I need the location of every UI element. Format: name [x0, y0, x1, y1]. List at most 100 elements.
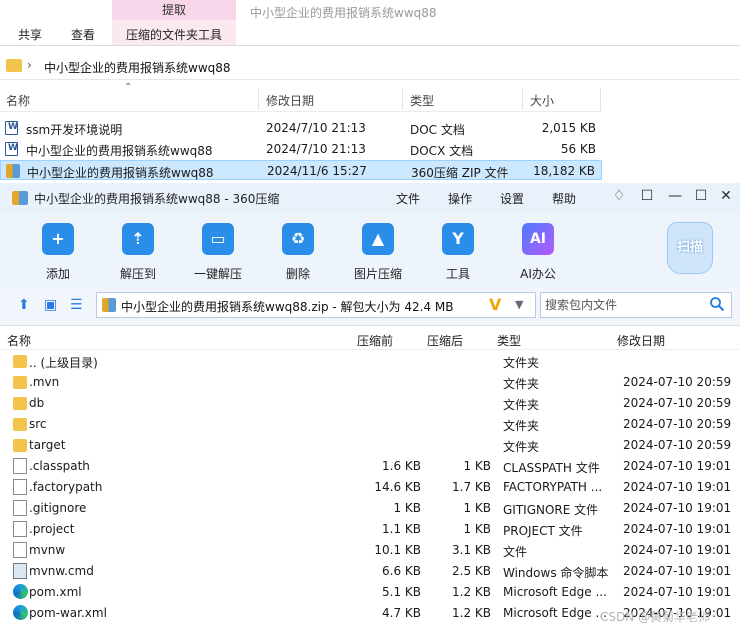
one-click-extract-button[interactable]: ▭ 一键解压: [188, 223, 248, 282]
table-row[interactable]: .gitignore 1 KB 1 KB GITIGNORE 文件 2024-07-10…: [0, 498, 740, 519]
col-name[interactable]: 名称: [6, 92, 30, 109]
scan-button[interactable]: 扫描: [667, 222, 713, 274]
folder-icon: [13, 418, 27, 431]
chevron-right-icon[interactable]: ›: [27, 58, 32, 72]
zip-column-header: 名称 压缩前 压缩后 类型 修改日期: [0, 328, 740, 350]
tab-view[interactable]: 查看: [71, 26, 95, 43]
tools-icon: Y: [442, 223, 474, 255]
maximize-icon[interactable]: ☐: [692, 188, 710, 204]
folder-icon: [6, 59, 22, 72]
col-type[interactable]: 类型: [410, 92, 434, 109]
file-name: src: [29, 417, 47, 431]
size-after: 2.5 KB: [452, 564, 491, 578]
table-row[interactable]: src 文件夹 2024-07-10 20:59: [0, 414, 740, 435]
zip-path-text: 中小型企业的费用报销系统wwq88.zip - 解包大小为 42.4 MB: [121, 300, 454, 314]
explorer-row[interactable]: 中小型企业的费用报销系统wwq88 2024/7/10 21:13 DOCX 文…: [0, 139, 602, 159]
size-before: 4.7 KB: [382, 606, 421, 620]
size-after: 1 KB: [463, 501, 491, 515]
col-divider[interactable]: [522, 88, 523, 110]
feedback-icon[interactable]: ☐: [638, 188, 656, 204]
up-arrow-icon[interactable]: ⬆: [18, 297, 30, 313]
file-type: GITIGNORE 文件: [503, 503, 599, 517]
col-before[interactable]: 压缩前: [357, 332, 393, 349]
size-before: 14.6 KB: [374, 480, 421, 494]
menu-file[interactable]: 文件: [396, 190, 420, 207]
col-date[interactable]: 修改日期: [266, 92, 314, 109]
address-bar[interactable]: › 中小型企业的费用报销系统wwq88: [0, 52, 740, 80]
col-name[interactable]: 名称: [7, 332, 31, 349]
menu-settings[interactable]: 设置: [500, 190, 524, 207]
delete-button[interactable]: ♻ 删除: [268, 223, 328, 282]
file-name: pom.xml: [29, 585, 82, 599]
list-icon[interactable]: ☰: [70, 297, 83, 313]
tab-compressed-tools[interactable]: 压缩的文件夹工具: [126, 26, 222, 43]
view-toggle-icon[interactable]: ▣: [44, 297, 57, 313]
file-date: 2024-07-10 19:01: [623, 543, 732, 557]
minimize-icon[interactable]: —: [666, 188, 684, 204]
table-row[interactable]: pom.xml 5.1 KB 1.2 KB Microsoft Edge ... 202…: [0, 582, 740, 603]
file-date: 2024/7/10 21:13: [266, 121, 366, 135]
size-before: 1.1 KB: [382, 522, 421, 536]
extract-icon: ⇡: [122, 223, 154, 255]
file-type: 文件夹: [503, 440, 540, 454]
file-name: mvnw.cmd: [29, 564, 94, 578]
col-size[interactable]: 大小: [530, 92, 554, 109]
col-date[interactable]: 修改日期: [617, 332, 665, 349]
col-after[interactable]: 压缩后: [427, 332, 463, 349]
col-divider[interactable]: [402, 88, 403, 110]
menu-operate[interactable]: 操作: [448, 190, 472, 207]
file-type: 文件夹: [503, 356, 540, 370]
ai-office-button[interactable]: AI AI办公: [508, 223, 568, 282]
watermark: CSDN @黄菊华老师: [600, 610, 711, 624]
size-before: 6.6 KB: [382, 564, 421, 578]
explorer-column-header: 名称 修改日期 类型 大小: [0, 86, 602, 112]
tab-extract[interactable]: 提取: [112, 0, 236, 20]
file-name: 中小型企业的费用报销系统wwq88: [27, 166, 214, 180]
table-row[interactable]: .project 1.1 KB 1 KB PROJECT 文件 2024-07-10 1…: [0, 519, 740, 540]
image-compress-button[interactable]: ▲ 图片压缩: [348, 223, 408, 282]
file-type: Microsoft Edge ...: [503, 606, 607, 620]
explorer-window-title: 中小型企业的费用报销系统wwq88: [250, 6, 437, 20]
add-button[interactable]: + 添加: [28, 223, 88, 282]
table-row[interactable]: .factorypath 14.6 KB 1.7 KB FACTORYPATH ...…: [0, 477, 740, 498]
address-path[interactable]: 中小型企业的费用报销系统wwq88: [44, 59, 231, 76]
table-row[interactable]: mvnw 10.1 KB 3.1 KB 文件 2024-07-10 19:01: [0, 540, 740, 561]
zip-path-bar[interactable]: 中小型企业的费用报销系统wwq88.zip - 解包大小为 42.4 MB V …: [96, 292, 536, 318]
file-type: 文件: [503, 545, 528, 559]
search-input[interactable]: [541, 293, 701, 317]
menu-help[interactable]: 帮助: [552, 190, 576, 207]
table-row[interactable]: .mvn 文件夹 2024-07-10 20:59: [0, 372, 740, 393]
file-name: .classpath: [29, 459, 90, 473]
add-icon: +: [42, 223, 74, 255]
table-row[interactable]: .classpath 1.6 KB 1 KB CLASSPATH 文件 2024-07-…: [0, 456, 740, 477]
close-icon[interactable]: ✕: [717, 188, 735, 204]
search-icon[interactable]: [709, 296, 725, 312]
table-row[interactable]: mvnw.cmd 6.6 KB 2.5 KB Windows 命令脚本 2024-07-…: [0, 561, 740, 582]
image-icon: ▲: [362, 223, 394, 255]
tab-share[interactable]: 共享: [18, 26, 42, 43]
file-name: mvnw: [29, 543, 66, 557]
explorer-row-selected[interactable]: 中小型企业的费用报销系统wwq88 2024/11/6 15:27 360压缩 …: [0, 160, 602, 180]
col-type[interactable]: 类型: [497, 332, 521, 349]
tools-button[interactable]: Y 工具: [428, 223, 488, 282]
table-row[interactable]: db 文件夹 2024-07-10 20:59: [0, 393, 740, 414]
explorer-row[interactable]: ssm开发环境说明 2024/7/10 21:13 DOC 文档 2,015 K…: [0, 118, 602, 138]
skin-icon[interactable]: ♢: [610, 188, 628, 204]
folder-icon: [13, 355, 27, 368]
file-name: ssm开发环境说明: [26, 123, 123, 137]
table-row[interactable]: target 文件夹 2024-07-10 20:59: [0, 435, 740, 456]
file-type: 文件夹: [503, 419, 540, 433]
file-size: 2,015 KB: [541, 121, 596, 135]
file-icon: [13, 542, 27, 558]
col-divider[interactable]: [600, 88, 601, 110]
table-row[interactable]: .. (上级目录) 文件夹: [0, 351, 740, 372]
checkmark-icon[interactable]: V: [489, 295, 501, 314]
col-divider[interactable]: [258, 88, 259, 110]
extract-to-button[interactable]: ⇡ 解压到: [108, 223, 168, 282]
file-name: db: [29, 396, 45, 410]
zip-icon: [6, 164, 20, 178]
folder-icon: [13, 376, 27, 389]
search-box[interactable]: [540, 292, 732, 318]
chevron-down-icon[interactable]: ▼: [515, 298, 523, 311]
edge-icon: [13, 605, 28, 620]
